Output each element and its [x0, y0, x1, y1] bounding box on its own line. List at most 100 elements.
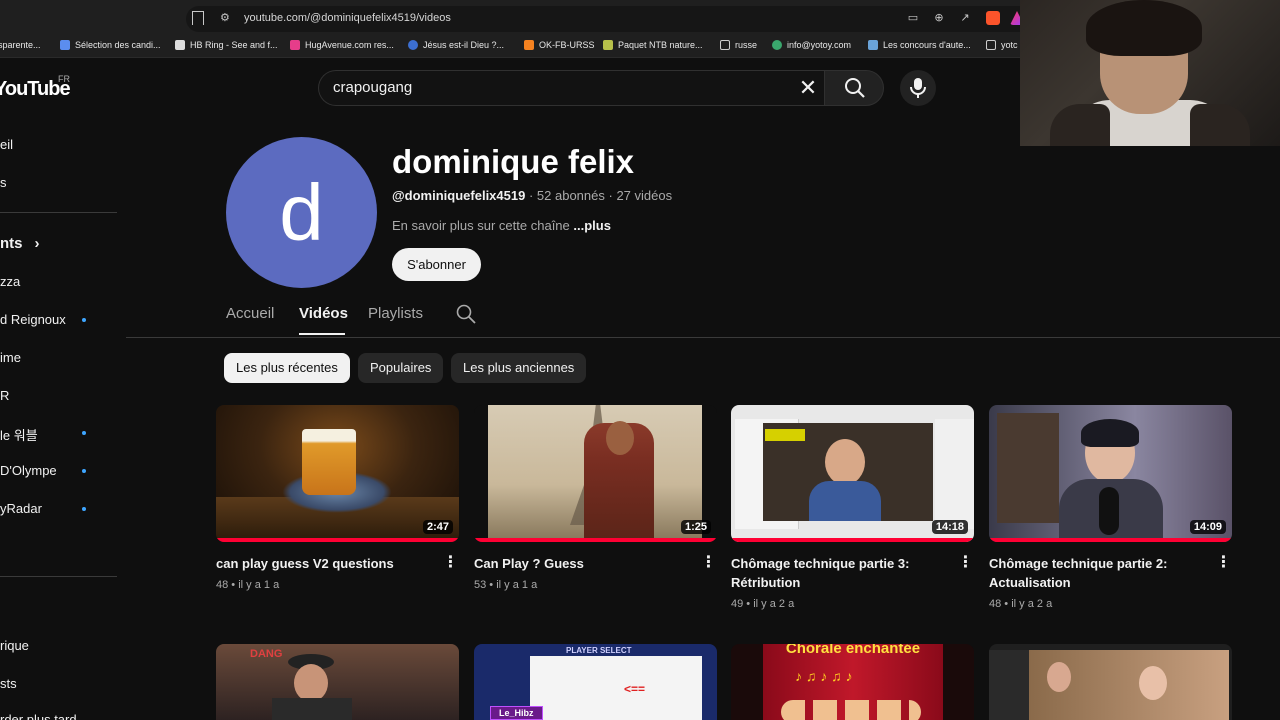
video-thumbnail[interactable]: 1:25: [474, 405, 717, 542]
sidebar-subscription[interactable]: D'Olympe: [0, 463, 57, 478]
microphone-shape: [1099, 487, 1119, 535]
video-duration: 2:47: [422, 520, 453, 534]
channel-about[interactable]: En savoir plus sur cette chaîne ...plus: [392, 218, 611, 233]
watched-progress: [216, 538, 459, 542]
video-thumbnail[interactable]: Chorale enchantée ♪ ♫ ♪ ♫ ♪: [731, 644, 974, 720]
sidebar-subscription[interactable]: zza: [0, 274, 20, 289]
sidebar-item[interactable]: s: [0, 175, 7, 190]
video-title[interactable]: Chômage technique partie 2: Actualisatio…: [989, 554, 1199, 592]
bookmark-item[interactable]: OK-FB-URSS: [524, 40, 595, 50]
webcam-overlay: [1020, 0, 1280, 146]
chat-panel: [989, 650, 1029, 720]
tab-videos[interactable]: Vidéos: [299, 305, 348, 322]
search-icon: [845, 78, 865, 98]
player-select-label: PLAYER SELECT: [566, 646, 632, 655]
video-title[interactable]: Can Play ? Guess: [474, 554, 684, 573]
more-options-icon[interactable]: ⋮: [699, 553, 719, 573]
video-thumbnail[interactable]: 14:09: [989, 405, 1232, 542]
sidebar-subscription[interactable]: R: [0, 388, 9, 403]
video-thumbnail[interactable]: [989, 644, 1232, 720]
more-options-icon[interactable]: ⋮: [441, 553, 461, 573]
sidebar-subscription[interactable]: yRadar: [0, 501, 42, 516]
bookmark-item[interactable]: Sélection des candi...: [60, 40, 161, 50]
bookmark-item[interactable]: russe: [720, 40, 757, 50]
sidebar-item[interactable]: eil: [0, 137, 13, 152]
video-thumbnail[interactable]: PLAYER SELECT <== Le_Hibz: [474, 644, 717, 720]
bookmark-item[interactable]: Jésus est-il Dieu ?...: [408, 40, 504, 50]
sidebar-subscription[interactable]: ime: [0, 350, 21, 365]
bookmark-item[interactable]: sparente...: [0, 40, 41, 50]
arrow-label: <==: [624, 682, 646, 696]
webcam-person-jacket: [1050, 104, 1110, 146]
chip-latest[interactable]: Les plus récentes: [224, 353, 350, 383]
bookmark-item[interactable]: info@yotoy.com: [772, 40, 851, 50]
voice-search-button[interactable]: [900, 70, 936, 106]
sidebar-item[interactable]: sts: [0, 676, 17, 691]
chorale-title: Chorale enchantée: [785, 644, 921, 657]
subscribe-button[interactable]: S'abonner: [392, 248, 481, 281]
bookmark-item[interactable]: Paquet NTB nature...: [603, 40, 703, 50]
clear-search-icon[interactable]: ✕: [798, 77, 818, 99]
globe-icon: [408, 40, 418, 50]
tab-playlists[interactable]: Playlists: [368, 305, 423, 322]
bookmark-item[interactable]: HB Ring - See and f...: [175, 40, 278, 50]
video-meta: 49 • il y a 2 a: [731, 598, 795, 610]
video-thumbnail[interactable]: 14:18: [731, 405, 974, 542]
folder-icon: [986, 40, 996, 50]
person-head: [294, 664, 328, 702]
map-panel: [530, 656, 702, 720]
zoom-icon[interactable]: ⊕: [932, 12, 946, 24]
side-panel: [935, 419, 974, 529]
video-title[interactable]: Chômage technique partie 3: Rétribution: [731, 554, 941, 592]
chip-oldest[interactable]: Les plus anciennes: [451, 353, 587, 383]
music-notes: ♪ ♫ ♪ ♫ ♪: [795, 668, 853, 684]
overlay-badge: [765, 429, 805, 441]
new-content-dot: [82, 431, 86, 435]
sidebar-item[interactable]: rique: [0, 638, 29, 653]
video-meta: 53 • il y a 1 a: [474, 579, 538, 591]
sidebar-subscription[interactable]: le 워블: [0, 425, 38, 444]
cast-icon[interactable]: ▭: [906, 12, 920, 24]
tab-home[interactable]: Accueil: [226, 305, 274, 322]
heart-icon: [290, 40, 300, 50]
bookmark-item[interactable]: HugAvenue.com res...: [290, 40, 394, 50]
more-options-icon[interactable]: ⋮: [1214, 553, 1234, 573]
webcam-person-jacket: [1190, 104, 1250, 146]
video-meta: 48 • il y a 2 a: [989, 598, 1053, 610]
region-code: FR: [58, 74, 70, 84]
channel-search-icon[interactable]: [456, 304, 476, 324]
url-text[interactable]: youtube.com/@dominiquefelix4519/videos: [244, 12, 451, 24]
video-thumbnail[interactable]: 2:47: [216, 405, 459, 542]
channel-avatar[interactable]: d: [226, 137, 377, 288]
search-button[interactable]: [824, 70, 884, 106]
video-thumbnail[interactable]: DANG: [216, 644, 459, 720]
streamer-body: [809, 481, 881, 521]
share-icon[interactable]: ↗: [958, 12, 972, 24]
new-content-dot: [82, 469, 86, 473]
bookmark-item[interactable]: Les concours d'aute...: [868, 40, 971, 50]
video-duration: 1:25: [680, 520, 711, 534]
brave-shield-icon[interactable]: [986, 11, 1000, 25]
video-title[interactable]: can play guess V2 questions: [216, 554, 426, 573]
person-body: [272, 698, 352, 720]
sidebar-item[interactable]: rder plus tard: [0, 712, 77, 720]
mic-icon: [910, 78, 926, 98]
ok-icon: [524, 40, 534, 50]
bookmark-item[interactable]: yotc: [986, 40, 1018, 50]
video-duration: 14:18: [931, 520, 968, 534]
chip-popular[interactable]: Populaires: [358, 353, 444, 383]
image-icon: [868, 40, 878, 50]
video-meta: 48 • il y a 1 a: [216, 579, 280, 591]
bookmark-icon[interactable]: [192, 11, 204, 25]
sidebar-section-title[interactable]: nts ›: [0, 235, 40, 252]
search-query[interactable]: crapougang: [333, 79, 412, 96]
site-settings-icon[interactable]: ⚙: [220, 12, 232, 24]
more-link[interactable]: ...plus: [573, 218, 611, 233]
more-options-icon[interactable]: ⋮: [956, 553, 976, 573]
watched-progress: [474, 538, 717, 542]
person-head: [1139, 666, 1167, 700]
new-content-dot: [82, 507, 86, 511]
sidebar-divider: [0, 212, 117, 213]
sidebar-subscription[interactable]: d Reignoux: [0, 312, 66, 327]
folder-icon: [720, 40, 730, 50]
